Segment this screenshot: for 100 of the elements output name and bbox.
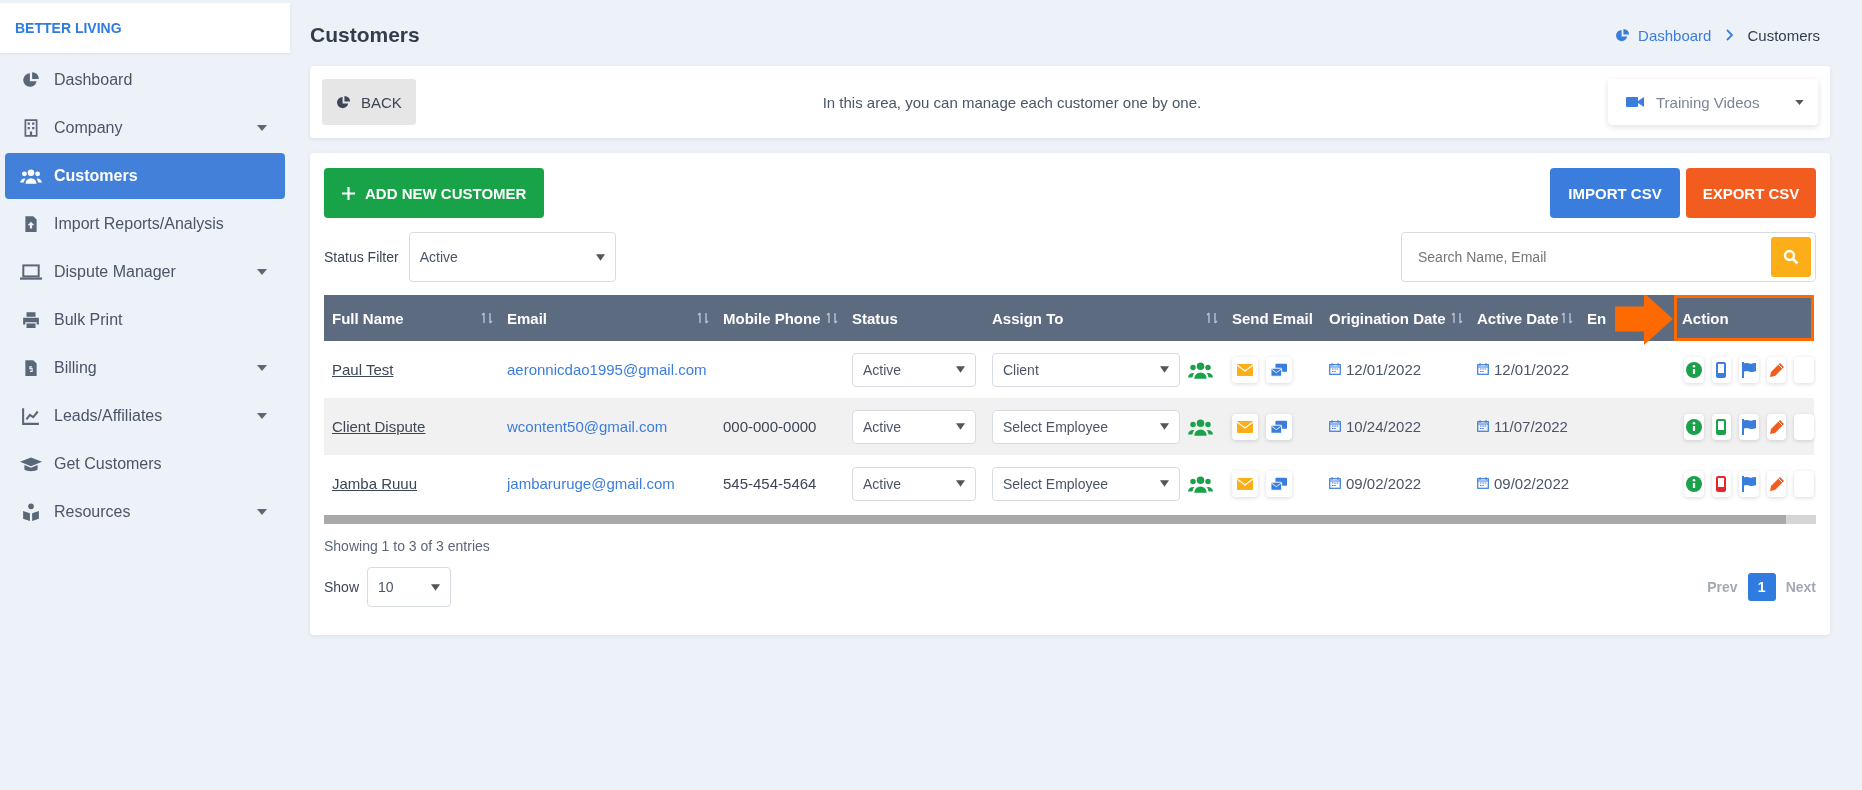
sidebar-item[interactable]: Dashboard [5,57,285,103]
envelopes-icon [1271,418,1287,435]
caret-icon [956,480,965,487]
info-button[interactable] [1684,356,1704,383]
send-email-button[interactable] [1232,470,1258,497]
envelopes-icon [1271,361,1287,378]
phone-number: 545-454-5464 [723,475,817,492]
send-email-button[interactable] [1232,356,1258,383]
calendar-icon [1329,477,1341,490]
horizontal-scrollbar[interactable] [324,515,1786,524]
sidebar-item[interactable]: Import Reports/Analysis [5,201,285,247]
brand-logo[interactable]: BETTER LIVING [0,3,290,53]
graduation-cap-icon [20,455,42,473]
caret-icon [1160,480,1169,487]
sidebar-item[interactable]: Company [5,105,285,151]
assign-select[interactable]: Select Employee [992,466,1180,501]
column-header[interactable]: Mobile Phone [715,295,844,341]
training-videos-dropdown[interactable]: Training Videos [1608,79,1818,125]
flag-icon [1741,475,1757,492]
caret-icon [1160,423,1169,430]
pie-chart-icon [1615,27,1631,43]
pencil-icon [1768,475,1785,492]
sidebar-item[interactable]: Resources [5,489,285,535]
status-select[interactable]: Active [852,352,976,387]
page-link[interactable]: 1 [1747,573,1776,601]
send-email-button[interactable] [1232,413,1258,440]
envelope-icon [1237,477,1253,490]
column-header[interactable]: Full Name [324,295,499,341]
caret-icon [956,366,965,373]
pencil-icon [1768,361,1785,378]
sidebar-item[interactable]: Bulk Print [5,297,285,343]
caret-icon [956,423,965,430]
sidebar-item[interactable]: Dispute Manager [5,249,285,295]
origination-date: 12/01/2022 [1329,360,1422,378]
info-button[interactable] [1684,413,1704,440]
email-link[interactable]: jambaruruge@gmail.com [507,475,675,492]
search-field[interactable]: Search Name, Email [1401,232,1816,282]
caret-icon [1795,99,1804,105]
phone-button[interactable] [1711,413,1732,440]
customer-name-link[interactable]: Client Dispute [332,418,426,435]
column-header[interactable]: Email [499,295,715,341]
edit-button[interactable] [1766,356,1787,383]
status-filter-select[interactable]: Active [408,232,616,282]
customer-name-link[interactable]: Paul Test [332,361,394,378]
send-message-button[interactable] [1266,356,1292,383]
users-icon [20,167,42,185]
book-reader-icon [20,503,42,521]
edit-button[interactable] [1766,413,1787,440]
column-header[interactable]: Origination Date [1321,295,1469,341]
active-date: 09/02/2022 [1477,474,1570,492]
page-title: Customers [310,23,420,47]
column-header[interactable]: Active Date [1469,295,1579,341]
line-chart-icon [20,407,42,425]
calendar-icon [1329,363,1341,376]
search-button[interactable] [1771,237,1811,277]
chevron-right-icon [1725,29,1734,41]
customer-name-link[interactable]: Jamba Ruuu [332,475,418,492]
sidebar-item[interactable]: Leads/Affiliates [5,393,285,439]
import-csv-button[interactable]: IMPORT CSV [1550,168,1680,218]
calendar-icon [1477,363,1489,376]
send-message-button[interactable] [1266,470,1292,497]
breadcrumb-link[interactable]: Dashboard [1615,26,1712,44]
caret-icon [1160,366,1169,373]
status-select[interactable]: Active [852,466,976,501]
assign-select[interactable]: Select Employee [992,409,1180,444]
info-icon [1685,418,1702,435]
caret-icon [431,583,441,591]
origination-date: 10/24/2022 [1329,417,1422,435]
info-message: In this area, you can manage each customer one by one. [822,93,1202,111]
assign-select[interactable]: Client [992,352,1180,387]
flag-button[interactable] [1739,470,1759,497]
sidebar-item[interactable]: Get Customers [5,441,285,487]
status-select[interactable]: Active [852,409,976,444]
envelope-icon [1237,420,1253,433]
flag-button[interactable] [1739,356,1759,383]
phone-button[interactable] [1711,356,1732,383]
page-size-select[interactable]: 10 [367,567,452,607]
sidebar-item[interactable]: Customers [5,153,285,199]
phone-number: 000-000-0000 [723,418,817,435]
email-link[interactable]: aeronnicdao1995@gmail.com [507,361,707,378]
column-header: Send Email [1224,295,1321,341]
pie-chart-icon [336,94,351,110]
flag-button[interactable] [1739,413,1759,440]
annotation-arrow [1614,295,1674,345]
calendar-icon [1329,420,1341,433]
search-icon [1783,249,1799,265]
info-icon [1685,475,1702,492]
calendar-icon [1477,477,1489,490]
column-header[interactable]: Assign To [984,295,1224,341]
info-button[interactable] [1684,470,1704,497]
back-button[interactable]: BACK [322,79,416,125]
sidebar-item[interactable]: Billing [5,345,285,391]
edit-button[interactable] [1766,470,1787,497]
calendar-icon [1477,420,1489,433]
send-message-button[interactable] [1266,413,1292,440]
phone-button[interactable] [1711,470,1732,497]
origination-date: 09/02/2022 [1329,474,1422,492]
printer-icon [20,311,42,329]
status-filter-label: Status Filter [324,249,399,265]
flag-icon [1741,418,1757,435]
